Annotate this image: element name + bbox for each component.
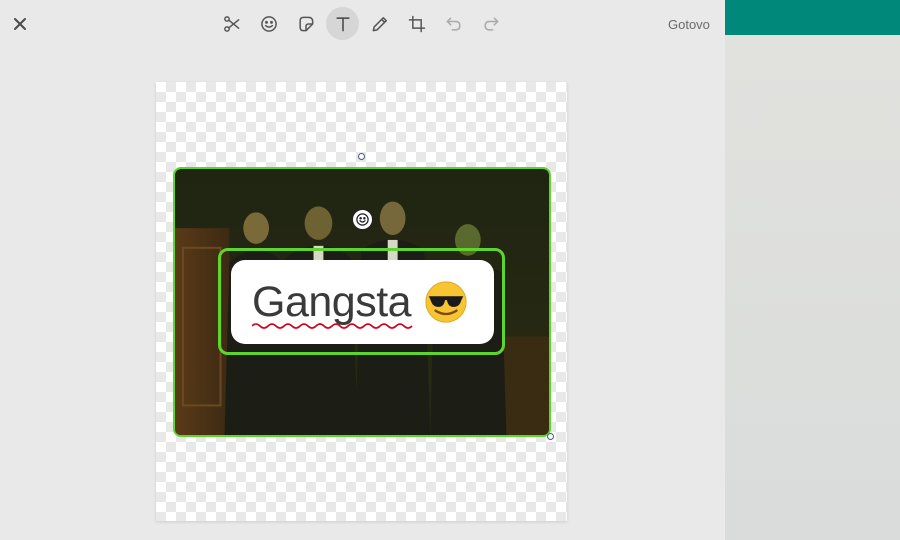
- scissors-icon: [223, 15, 239, 32]
- image-editor: Gotovo Gangsta: [0, 0, 725, 540]
- draw-button[interactable]: [363, 7, 396, 40]
- spellcheck-underline: [252, 323, 413, 329]
- text-button[interactable]: [326, 7, 359, 40]
- smiley-icon: [356, 213, 369, 226]
- emoji-button[interactable]: [252, 7, 285, 40]
- close-button[interactable]: [9, 13, 31, 35]
- chat-background-panel: [725, 0, 900, 540]
- sticker-icon: [298, 16, 313, 31]
- rotate-handle-top[interactable]: [358, 153, 365, 160]
- done-button[interactable]: Gotovo: [668, 17, 710, 32]
- undo-icon: [446, 16, 461, 31]
- sticker-button[interactable]: [289, 7, 322, 40]
- text-overlay[interactable]: Gangsta: [231, 260, 494, 344]
- text-icon: [335, 16, 350, 31]
- undo-button[interactable]: [437, 7, 470, 40]
- scissors-button[interactable]: [215, 7, 248, 40]
- resize-handle-bottom-right[interactable]: [547, 433, 554, 440]
- redo-button[interactable]: [474, 7, 507, 40]
- pencil-icon: [372, 16, 387, 31]
- close-icon: [14, 18, 26, 30]
- toolbar: [215, 7, 507, 41]
- sunglasses-emoji-icon: [425, 281, 467, 323]
- smiley-icon: [260, 15, 277, 32]
- header-bar: [725, 0, 900, 35]
- redo-icon: [483, 16, 498, 31]
- crop-icon: [408, 15, 425, 32]
- overlay-text[interactable]: Gangsta: [252, 278, 412, 327]
- smiley-sticker[interactable]: [352, 209, 373, 230]
- crop-button[interactable]: [400, 7, 433, 40]
